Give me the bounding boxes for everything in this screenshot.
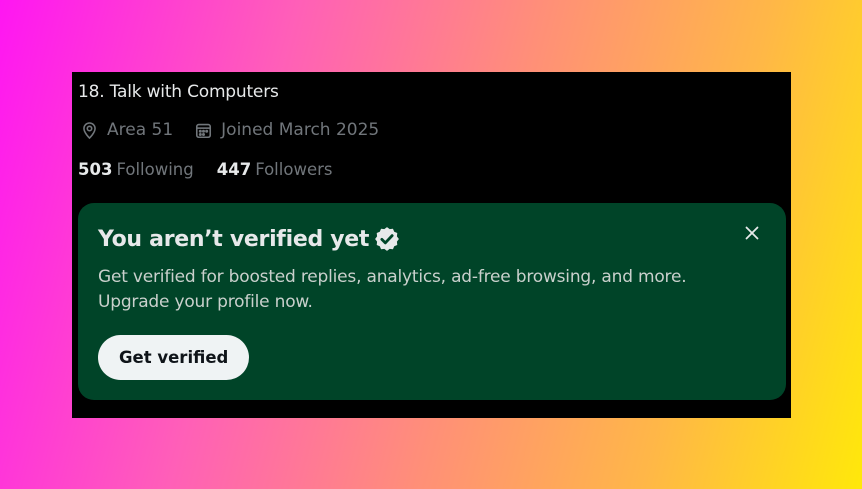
map-pin-icon bbox=[83, 121, 96, 139]
profile-location: Area 51 bbox=[80, 120, 173, 140]
verification-title-text: You aren’t verified yet bbox=[98, 226, 370, 252]
calendar-icon bbox=[196, 123, 212, 138]
followers-count: 447 bbox=[216, 160, 252, 179]
profile-meta: Area 51 Joined March 2025 bbox=[80, 120, 379, 140]
followers-link[interactable]: 447 Followers bbox=[217, 160, 333, 179]
following-link[interactable]: 503 Following bbox=[78, 160, 194, 179]
following-label: Following bbox=[116, 160, 194, 179]
verification-description: Get verified for boosted replies, analyt… bbox=[98, 267, 687, 312]
follow-stats: 503 Following 447 Followers bbox=[78, 160, 332, 179]
profile-joined: Joined March 2025 bbox=[194, 120, 379, 140]
followers-label: Followers bbox=[255, 160, 333, 179]
close-button[interactable] bbox=[740, 221, 764, 245]
location-text: Area 51 bbox=[107, 120, 174, 140]
close-icon bbox=[745, 226, 759, 240]
verification-card: You aren’t verified yet Get verified for… bbox=[78, 203, 786, 400]
get-verified-button[interactable]: Get verified bbox=[98, 335, 250, 380]
verification-title: You aren’t verified yet bbox=[98, 225, 401, 253]
joined-text: Joined March 2025 bbox=[221, 120, 380, 140]
profile-panel: 18. Talk with Computers Area 51 Joined M… bbox=[72, 72, 791, 418]
verified-badge-icon bbox=[375, 227, 400, 251]
profile-bio: 18. Talk with Computers bbox=[78, 82, 279, 102]
following-count: 503 bbox=[78, 160, 113, 179]
